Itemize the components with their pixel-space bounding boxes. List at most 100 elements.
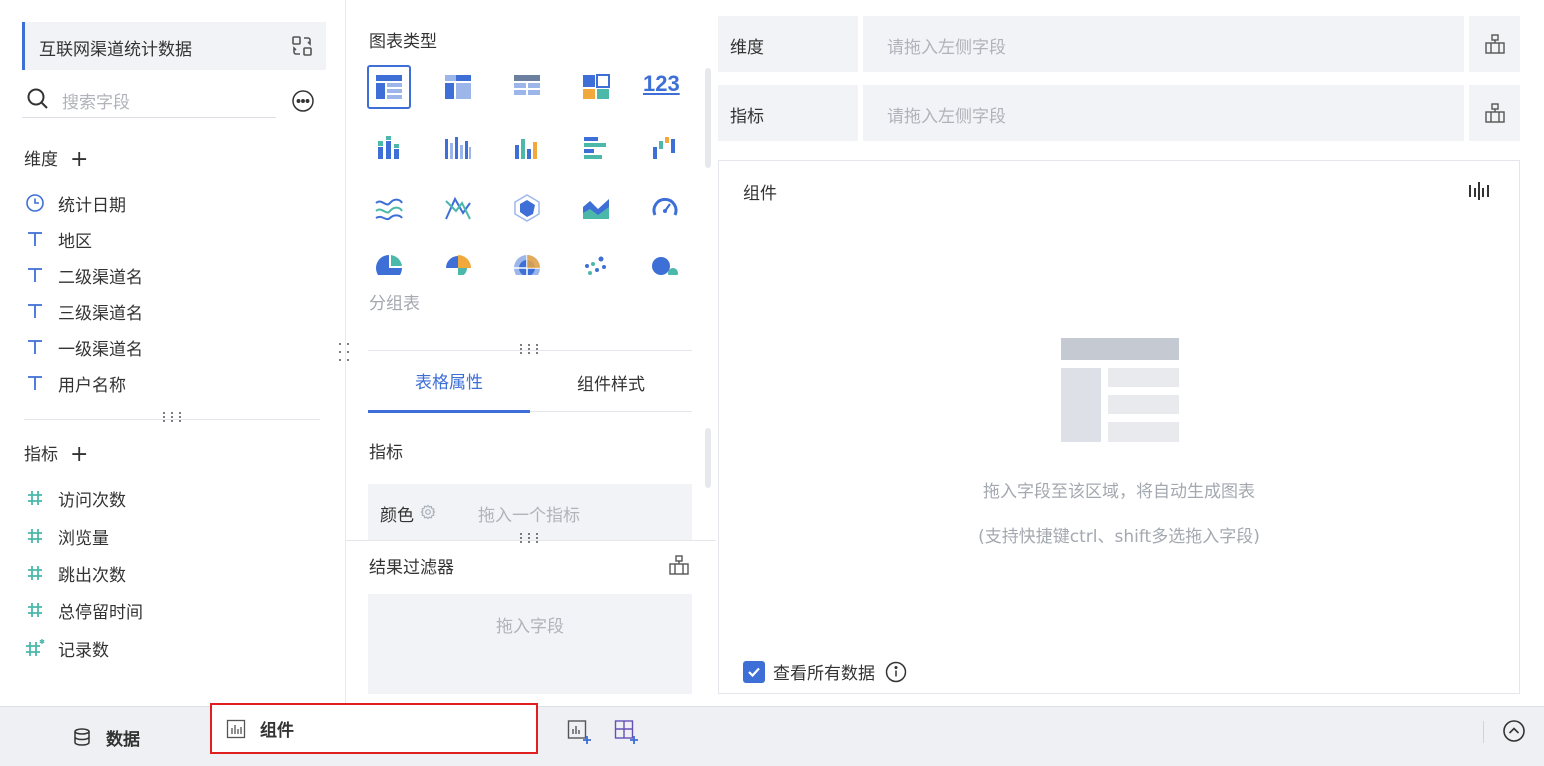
add-dimension-icon[interactable]: + (70, 149, 88, 171)
metric-drop-zone[interactable]: 请拖入左侧字段 (863, 85, 1464, 141)
resize-handle-icon[interactable] (161, 411, 183, 423)
result-filter-drop-zone[interactable]: 拖入字段 (368, 594, 692, 694)
metric-field-label: 总停留时间 (58, 602, 143, 623)
view-all-data-checkbox[interactable]: 查看所有数据 (743, 659, 907, 684)
property-scrollbar[interactable] (705, 428, 711, 488)
metric-field-2[interactable]: 跳出次数 (24, 561, 126, 586)
chart-type-stacked-column[interactable] (367, 126, 411, 170)
chart-type-rose[interactable] (436, 245, 480, 275)
dimension-field-2[interactable]: 二级渠道名 (24, 263, 143, 288)
hierarchy-icon[interactable] (668, 554, 690, 576)
view-all-label: 查看所有数据 (773, 664, 875, 684)
chart-type-pie[interactable] (367, 245, 411, 275)
text-type-icon (24, 372, 46, 394)
data-tab[interactable]: 数据 (72, 707, 140, 766)
dimension-field-label: 统计日期 (58, 195, 126, 216)
metric-title-label: 指标 (24, 445, 58, 465)
chart-type-column[interactable] (505, 126, 549, 170)
color-label: 颜色 (380, 506, 414, 526)
number-type-icon (24, 562, 46, 584)
dimension-field-label: 二级渠道名 (58, 267, 143, 288)
gear-icon[interactable] (420, 504, 436, 520)
chart-type-title: 图表类型 (369, 32, 437, 52)
grouped-table-icon (376, 75, 402, 99)
chart-type-polyline[interactable] (436, 186, 480, 230)
result-filter-title: 结果过滤器 (369, 558, 454, 578)
component-title: 组件 (743, 184, 777, 204)
chart-type-radar[interactable] (505, 186, 549, 230)
info-icon[interactable] (885, 661, 907, 683)
dimension-row-label: 维度 (718, 16, 858, 72)
metric-drop-placeholder: 请拖入左侧字段 (887, 107, 1006, 127)
more-options-icon[interactable] (291, 89, 315, 113)
resize-handle-icon[interactable] (518, 532, 540, 544)
bubble-chart-icon (652, 257, 678, 275)
chart-type-line[interactable] (367, 186, 411, 230)
dimension-section-title: 维度 + (24, 145, 88, 171)
dimension-title-label: 维度 (24, 150, 58, 170)
metric-field-4[interactable]: 记录数 (24, 636, 109, 661)
metric-section-title: 指标 + (24, 440, 88, 466)
component-tab[interactable]: 组件 (210, 703, 538, 754)
area-chart-icon (583, 199, 609, 219)
chart-type-detail-table[interactable] (505, 65, 549, 109)
chart-type-kpi-card[interactable] (574, 65, 618, 109)
chart-type-hint: 分组表 (369, 294, 420, 314)
tab-component-style[interactable]: 组件样式 (530, 351, 692, 413)
section-divider (24, 419, 320, 420)
metric-field-3[interactable]: 总停留时间 (24, 598, 143, 623)
rose-chart-icon (446, 255, 471, 275)
dimension-field-label: 地区 (58, 231, 92, 252)
add-metric-icon[interactable]: + (70, 444, 88, 466)
scatter-chart-icon (585, 256, 606, 275)
chart-type-grouped-table[interactable] (367, 65, 411, 109)
add-dashboard-icon[interactable] (614, 719, 640, 745)
chart-type-sunburst[interactable] (505, 245, 549, 275)
chart-type-cross-table[interactable] (436, 65, 480, 109)
gauge-chart-icon (652, 197, 678, 216)
dimension-field-3[interactable]: 三级渠道名 (24, 299, 143, 324)
field-search[interactable]: 搜索字段 (22, 84, 276, 118)
detail-table-icon (514, 75, 540, 95)
search-input[interactable]: 搜索字段 (62, 88, 130, 113)
data-panel: 互联网渠道统计数据 搜索字段 维度 + 统计日期 地区 二级渠道名 三级渠道名 (0, 0, 345, 706)
switch-dataset-icon[interactable] (290, 34, 314, 58)
grouped-column-icon (445, 137, 471, 159)
dimension-field-label: 三级渠道名 (58, 303, 143, 324)
chart-type-bubble[interactable] (643, 245, 687, 275)
clock-icon (24, 192, 46, 214)
chart-type-waterfall[interactable] (643, 126, 687, 170)
chart-type-number[interactable]: 123 (643, 65, 687, 109)
chart-type-scatter[interactable] (574, 245, 618, 275)
dimension-field-0[interactable]: 统计日期 (24, 191, 126, 216)
chart-toggle-icon[interactable] (1467, 179, 1491, 203)
text-type-icon (24, 228, 46, 250)
chart-type-grouped-column[interactable] (436, 126, 480, 170)
dimension-field-4[interactable]: 一级渠道名 (24, 335, 143, 360)
metric-row-label: 指标 (718, 85, 858, 141)
metric-field-0[interactable]: 访问次数 (24, 486, 126, 511)
dimension-row-label-text: 维度 (730, 38, 764, 58)
dimension-field-1[interactable]: 地区 (24, 227, 92, 252)
empty-hint: 拖入字段至该区域，将自动生成图表 (983, 482, 1255, 502)
chart-type-area[interactable] (574, 186, 618, 230)
collapse-up-icon[interactable] (1502, 719, 1526, 743)
checkbox-checked-icon[interactable] (743, 660, 765, 683)
hierarchy-icon (1484, 34, 1505, 54)
component-canvas[interactable]: 组件 拖入字段至该区域，将自动生成图表 (支持快捷键ctrl、shift多选拖入… (718, 160, 1520, 694)
text-type-icon (24, 300, 46, 322)
dimension-drop-zone[interactable]: 请拖入左侧字段 (863, 16, 1464, 72)
metric-field-1[interactable]: 浏览量 (24, 524, 109, 549)
dimension-hierarchy-button[interactable] (1469, 16, 1520, 72)
chart-type-scrollbar[interactable] (705, 68, 711, 168)
chart-type-panel: 图表类型 123 分组表 表格属性 组件样式 指标 颜色 拖入一个指标 结果过滤… (345, 0, 716, 706)
chart-type-gauge[interactable] (643, 186, 687, 230)
sunburst-chart-icon (514, 255, 540, 275)
tab-table-properties[interactable]: 表格属性 (368, 351, 530, 413)
chart-type-bar[interactable] (574, 126, 618, 170)
metric-hierarchy-button[interactable] (1469, 85, 1520, 141)
dimension-field-5[interactable]: 用户名称 (24, 371, 126, 396)
dataset-selector[interactable]: 互联网渠道统计数据 (22, 22, 326, 70)
pie-chart-icon (376, 255, 402, 275)
add-component-icon[interactable] (567, 719, 593, 745)
